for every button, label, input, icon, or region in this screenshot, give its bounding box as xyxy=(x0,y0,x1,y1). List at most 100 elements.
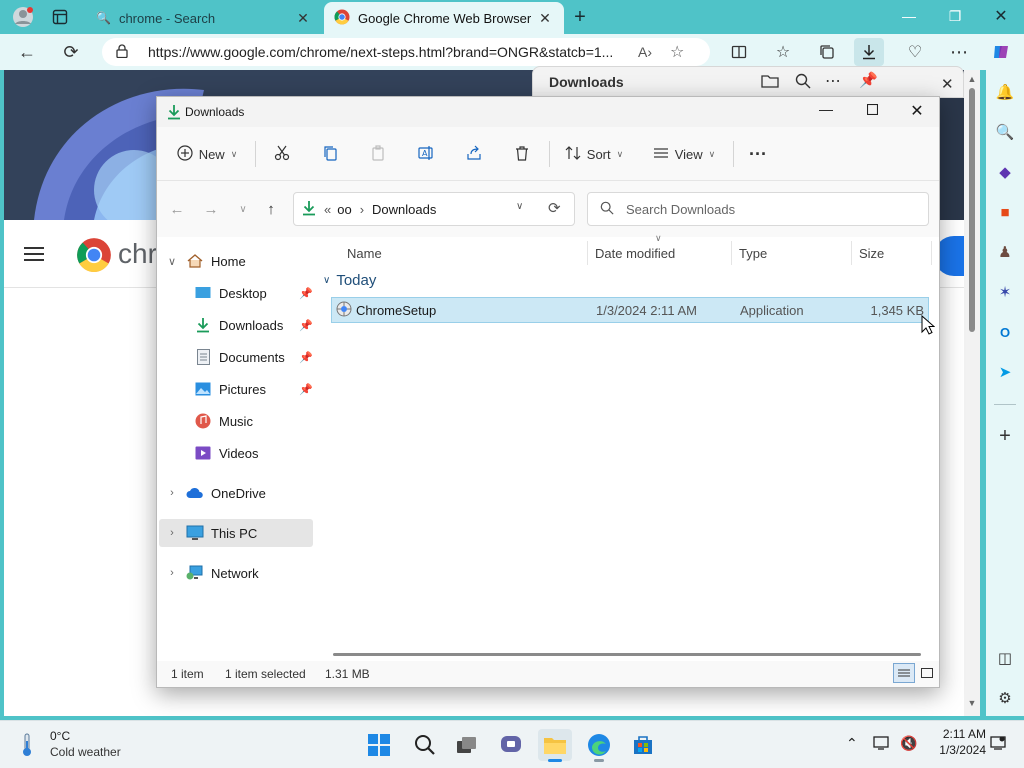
paste-button[interactable] xyxy=(365,139,391,169)
close-window-button[interactable]: ✕ xyxy=(978,0,1024,32)
maximize-button[interactable] xyxy=(857,103,887,118)
rename-button[interactable]: A xyxy=(413,139,439,169)
collections-icon[interactable] xyxy=(812,38,842,66)
column-divider[interactable] xyxy=(851,241,852,265)
downloads-icon[interactable] xyxy=(854,38,884,66)
maximize-window-button[interactable]: ❐ xyxy=(932,0,978,32)
nav-item-this-pc[interactable]: › This PC xyxy=(159,519,313,547)
column-divider[interactable] xyxy=(731,241,732,265)
breadcrumb-overflow[interactable]: « xyxy=(324,202,331,217)
games-icon[interactable]: ♟ xyxy=(986,240,1024,264)
address-bar[interactable]: « oo › Downloads ∨ ⟳ xyxy=(293,192,575,226)
scrollbar-thumb[interactable] xyxy=(969,88,975,332)
share-button[interactable] xyxy=(461,139,487,169)
collapse-chevron-icon[interactable]: ∨ xyxy=(323,275,330,286)
column-header-date[interactable]: Date modified xyxy=(595,241,675,265)
browser-essentials-icon[interactable]: ♡ xyxy=(900,38,930,66)
workspaces-icon[interactable] xyxy=(46,4,74,30)
nav-item-videos[interactable]: Videos xyxy=(193,439,313,467)
hamburger-menu-icon[interactable] xyxy=(24,246,46,262)
page-scrollbar[interactable]: ▲ ▼ xyxy=(964,70,980,716)
nav-item-desktop[interactable]: Desktop 📌 xyxy=(193,279,313,307)
close-flyout-icon[interactable]: ✕ xyxy=(941,75,954,93)
sort-button[interactable]: Sort ∨ xyxy=(561,139,627,169)
group-header-today[interactable]: ∨ Today xyxy=(323,269,376,291)
column-divider[interactable] xyxy=(587,241,588,265)
task-view-button[interactable] xyxy=(450,729,484,761)
nav-item-music[interactable]: Music xyxy=(193,407,313,435)
back-arrow-icon[interactable]: ← xyxy=(165,197,189,221)
pin-icon[interactable]: 📌 xyxy=(299,287,313,300)
outlook-icon[interactable]: O xyxy=(986,320,1024,344)
expand-chevron-icon[interactable]: › xyxy=(165,527,179,539)
nav-item-home[interactable]: ∨ Home xyxy=(165,247,313,275)
network-status-icon[interactable] xyxy=(872,735,890,754)
split-screen-icon[interactable] xyxy=(724,38,754,66)
forward-arrow-icon[interactable]: → xyxy=(199,197,223,221)
tools-briefcase-icon[interactable]: ■ xyxy=(986,200,1024,224)
notification-icon[interactable] xyxy=(990,735,1006,754)
pin-icon[interactable]: 📌 xyxy=(299,383,313,396)
new-tab-button[interactable]: + xyxy=(566,4,594,30)
minimize-button[interactable]: — xyxy=(811,101,841,117)
start-button[interactable] xyxy=(362,729,396,761)
details-view-icon[interactable] xyxy=(893,663,915,683)
copy-button[interactable] xyxy=(317,139,343,169)
speaker-muted-icon[interactable]: 🔇 xyxy=(900,735,917,752)
copilot-app-icon[interactable]: ✶ xyxy=(986,280,1024,304)
expand-chevron-icon[interactable]: ∨ xyxy=(165,255,179,268)
column-header-size[interactable]: Size xyxy=(859,241,884,265)
close-tab-icon[interactable]: ✕ xyxy=(536,10,554,27)
edge-taskbar-button[interactable] xyxy=(582,729,616,762)
expand-chevron-icon[interactable]: › xyxy=(165,487,179,499)
add-app-icon[interactable]: + xyxy=(986,424,1024,448)
favorite-star-icon[interactable]: ☆ xyxy=(670,42,684,62)
delete-button[interactable] xyxy=(509,139,535,169)
back-arrow-icon[interactable]: ← xyxy=(12,38,42,66)
teams-chat-button[interactable] xyxy=(494,729,528,761)
file-explorer-taskbar-button[interactable] xyxy=(538,729,572,762)
column-divider[interactable] xyxy=(931,241,932,265)
open-folder-icon[interactable] xyxy=(761,73,779,92)
hide-sidebar-icon[interactable]: ◫ xyxy=(986,646,1024,670)
tab-google-chrome[interactable]: Google Chrome Web Browser ✕ xyxy=(324,2,564,34)
tab-chrome-search[interactable]: 🔍 chrome - Search ✕ xyxy=(86,2,322,34)
view-button[interactable]: View ∨ xyxy=(649,139,719,169)
close-button[interactable]: ✕ xyxy=(902,101,932,121)
chevron-down-icon[interactable]: ∨ xyxy=(516,201,523,212)
scroll-down-icon[interactable]: ▼ xyxy=(964,698,980,708)
notification-bell-icon[interactable]: 🔔 xyxy=(986,80,1024,104)
url-bar[interactable]: https://www.google.com/chrome/next-steps… xyxy=(102,38,710,66)
search-icon[interactable] xyxy=(795,73,811,92)
refresh-icon[interactable]: ⟳ xyxy=(548,199,561,217)
shopping-tag-icon[interactable]: ◆ xyxy=(986,160,1024,184)
pin-icon[interactable]: 📌 xyxy=(299,351,313,364)
refresh-icon[interactable]: ⟳ xyxy=(56,38,86,66)
up-arrow-icon[interactable]: ↑ xyxy=(259,197,283,221)
cut-button[interactable] xyxy=(269,139,295,169)
close-tab-icon[interactable]: ✕ xyxy=(294,10,312,27)
clock[interactable]: 2:11 AM 1/3/2024 xyxy=(932,727,986,757)
show-hidden-icons-chevron-icon[interactable]: ⌃ xyxy=(846,735,858,752)
pin-icon[interactable]: 📌 xyxy=(859,71,878,89)
favorites-icon[interactable]: ☆ xyxy=(768,38,798,66)
settings-more-icon[interactable]: ⋯ xyxy=(944,38,974,66)
nav-item-downloads[interactable]: Downloads 📌 xyxy=(193,311,313,339)
read-aloud-icon[interactable]: A› xyxy=(638,44,652,60)
drop-send-icon[interactable]: ➤ xyxy=(986,360,1024,384)
more-options-icon[interactable]: ⋯ xyxy=(825,71,841,91)
search-icon[interactable]: 🔍 xyxy=(986,120,1024,144)
recent-locations-icon[interactable]: ∨ xyxy=(231,197,255,221)
sidebar-settings-icon[interactable]: ⚙ xyxy=(986,686,1024,710)
pin-icon[interactable]: 📌 xyxy=(299,319,313,332)
nav-item-documents[interactable]: Documents 📌 xyxy=(193,343,313,371)
weather-widget[interactable]: 0°C Cold weather xyxy=(16,727,176,763)
new-button[interactable]: New ∨ xyxy=(173,139,241,169)
copilot-icon[interactable] xyxy=(986,38,1016,66)
expand-chevron-icon[interactable]: › xyxy=(165,567,179,579)
minimize-window-button[interactable]: — xyxy=(886,0,932,32)
column-header-type[interactable]: Type xyxy=(739,241,767,265)
file-row-chromesetup[interactable]: ChromeSetup 1/3/2024 2:11 AM Application… xyxy=(331,297,929,323)
breadcrumb-item[interactable]: oo xyxy=(337,202,351,217)
breadcrumb-item[interactable]: Downloads xyxy=(372,202,436,217)
